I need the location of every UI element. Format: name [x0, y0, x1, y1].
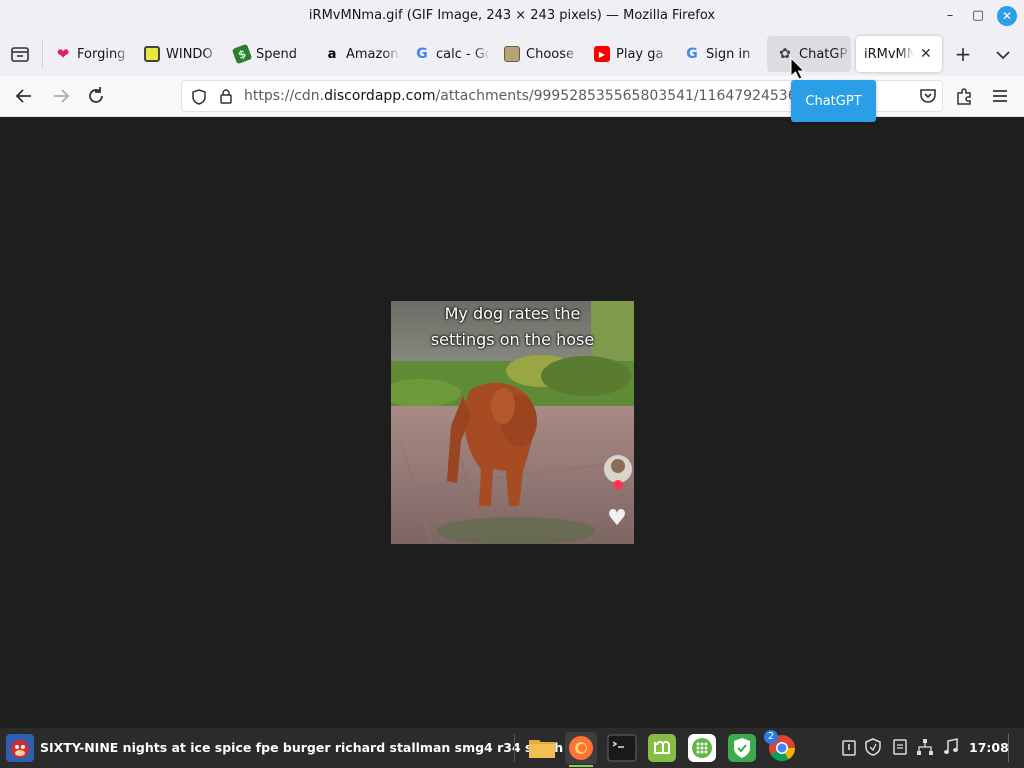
minimize-button[interactable]: – [940, 6, 960, 26]
music-note-icon[interactable] [942, 738, 960, 756]
url-host: discordapp.com [324, 88, 436, 104]
clipboard-icon[interactable] [840, 738, 858, 756]
terminal-icon[interactable] [606, 732, 638, 764]
tab-tooltip: ChatGPT [791, 80, 876, 122]
reload-icon[interactable] [85, 85, 107, 107]
amazon-icon: a [327, 46, 337, 62]
chrome-taskbar-button[interactable]: 2 [764, 730, 798, 764]
gif-image[interactable]: ♥ My dog rates the settings on the hose [391, 301, 634, 544]
firefox-view-icon[interactable] [8, 42, 32, 66]
new-tab-button[interactable]: + [952, 44, 974, 66]
tab-choose[interactable]: Choose [494, 36, 582, 72]
tab-active-gif[interactable]: iRMvMN ✕ [856, 36, 942, 72]
tab-amazon[interactable]: a Amazon [314, 36, 402, 72]
tab-label: Amazon [346, 46, 399, 62]
tab-label: WINDO [166, 46, 213, 62]
chevron-down-icon[interactable] [994, 46, 1012, 64]
extensions-icon[interactable] [953, 85, 975, 107]
tab-label: Forging [77, 46, 126, 62]
files-icon[interactable] [526, 732, 558, 764]
google-icon: G [686, 46, 698, 62]
taskbar: SIXTY-NINE nights at ice spice fpe burge… [0, 728, 1024, 768]
mint-update-icon[interactable] [646, 732, 678, 764]
url-scheme: https://cdn. [244, 88, 325, 104]
window-title: iRMvMNma.gif (GIF Image, 243 × 243 pixel… [308, 8, 716, 23]
close-window-button[interactable]: ✕ [997, 6, 1017, 26]
tab-calc-google[interactable]: G calc - Go [404, 36, 492, 72]
google-icon: G [416, 46, 428, 62]
tab-label: calc - Go [436, 46, 490, 62]
tab-label: Sign in [706, 46, 751, 62]
active-window-title[interactable]: SIXTY-NINE nights at ice spice fpe burge… [40, 740, 563, 755]
angry-birds-icon[interactable] [6, 734, 34, 762]
security-shield-icon[interactable] [864, 738, 882, 756]
tab-label: Play ga [616, 46, 664, 62]
box-icon [504, 46, 520, 62]
tab-label: Spend [256, 46, 297, 62]
show-desktop-button[interactable] [1008, 734, 1009, 762]
gif-caption-line-2: settings on the hose [430, 330, 595, 349]
tab-forging[interactable]: ❤ Forging [45, 36, 133, 72]
shield-vpn-icon[interactable] [726, 732, 758, 764]
close-tab-icon[interactable]: ✕ [920, 46, 932, 62]
window-titlebar[interactable]: iRMvMNma.gif (GIF Image, 243 × 243 pixel… [0, 0, 1024, 32]
back-icon[interactable] [13, 85, 35, 107]
notes-icon[interactable] [891, 738, 909, 756]
mouse-cursor-icon [790, 57, 806, 80]
tab-separator [42, 40, 43, 68]
cash-icon: $ [231, 43, 253, 65]
gif-caption: My dog rates the settings on the hose [391, 301, 634, 353]
tab-windo[interactable]: WINDO [134, 36, 222, 72]
pixel-icon [144, 46, 160, 62]
tab-chatgpt[interactable]: ✿ ChatGP [767, 36, 851, 72]
url-path: /attachments/999528535565803541/11647924… [435, 88, 792, 104]
network-icon[interactable] [916, 738, 934, 756]
url-text[interactable]: https://cdn.discordapp.com/attachments/9… [244, 88, 792, 104]
page-content: ♥ My dog rates the settings on the hose [0, 117, 1024, 728]
tab-strip: ❤ Forging WINDO $ Spend a Amazon G calc … [0, 32, 1024, 76]
svg-text:♥: ♥ [607, 506, 627, 531]
tab-label: Choose [526, 46, 574, 62]
maximize-button[interactable]: ▢ [968, 6, 988, 26]
taskbar-separator [514, 734, 515, 762]
lock-icon[interactable] [217, 87, 235, 105]
gif-caption-line-1: My dog rates the [444, 304, 581, 323]
shield-icon[interactable] [190, 88, 208, 106]
tab-spend[interactable]: $ Spend [224, 36, 312, 72]
clock[interactable]: 17:08 [969, 740, 1009, 755]
forward-icon[interactable] [50, 85, 72, 107]
firefox-icon [569, 736, 593, 760]
pocket-icon[interactable] [917, 85, 939, 107]
tab-label: iRMvMN [864, 46, 914, 62]
tab-google-signin[interactable]: G Sign in [674, 36, 762, 72]
tab-youtube[interactable]: ▶ Play ga [584, 36, 672, 72]
menu-icon[interactable] [989, 85, 1011, 107]
chrome-badge: 2 [764, 730, 778, 744]
app-grid-icon[interactable] [686, 732, 718, 764]
youtube-icon: ▶ [594, 46, 610, 62]
firefox-taskbar-button[interactable] [565, 732, 597, 767]
heart-icon: ❤ [56, 45, 70, 63]
